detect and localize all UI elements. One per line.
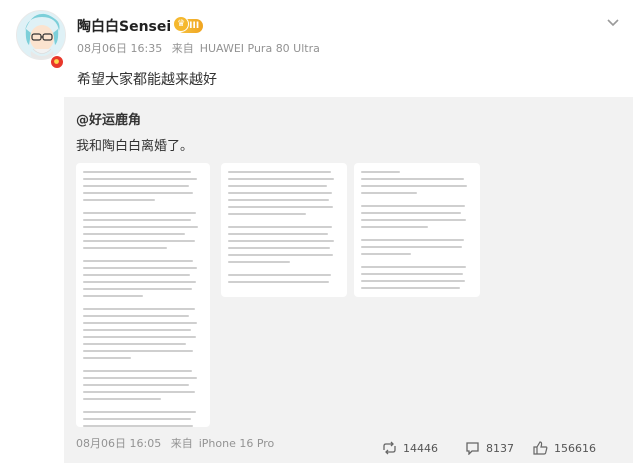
crown-icon: ♛ <box>173 16 190 32</box>
verified-badge-icon <box>50 55 64 69</box>
author-name-row: 陶白白Sensei ♛ III <box>77 16 204 36</box>
image-thumbnail[interactable] <box>76 163 210 427</box>
source-prefix: 来自 <box>171 42 194 55</box>
image-thumbnail[interactable] <box>354 163 480 297</box>
repost-card[interactable]: @好运鹿角 我和陶白白离婚了。 <box>64 97 633 463</box>
repost-meta: 08月06日 16:05 来自 iPhone 16 Pro <box>76 435 280 451</box>
level-text: III <box>189 21 200 31</box>
repost-source-device: iPhone 16 Pro <box>198 437 275 450</box>
comment-action[interactable]: 8137 <box>465 441 514 455</box>
repost-user[interactable]: @好运鹿角 <box>76 109 141 128</box>
post-text: 希望大家都能越来越好 <box>77 72 217 88</box>
repost-date[interactable]: 08月06日 16:05 <box>76 437 161 450</box>
repost-text: 我和陶白白离婚了。 <box>76 139 194 154</box>
level-badge: ♛ III <box>173 16 204 33</box>
repost-count: 14446 <box>403 441 438 455</box>
like-action[interactable]: 156616 <box>533 441 596 455</box>
repost-source-prefix: 来自 <box>170 437 193 450</box>
source-device: HUAWEI Pura 80 Ultra <box>199 42 320 55</box>
repost-icon <box>383 441 396 455</box>
post-meta: 08月06日 16:35 来自 HUAWEI Pura 80 Ultra <box>77 40 326 56</box>
chevron-down-icon[interactable] <box>605 14 621 27</box>
avatar[interactable] <box>16 10 66 60</box>
author-name[interactable]: 陶白白Sensei <box>77 16 171 36</box>
post-date[interactable]: 08月06日 16:35 <box>77 42 162 55</box>
like-count: 156616 <box>554 441 596 455</box>
like-icon <box>533 441 548 455</box>
comment-count: 8137 <box>486 441 514 455</box>
comment-icon <box>466 442 479 455</box>
repost-action[interactable]: 14446 <box>382 441 438 455</box>
image-thumbnail[interactable] <box>221 163 347 297</box>
